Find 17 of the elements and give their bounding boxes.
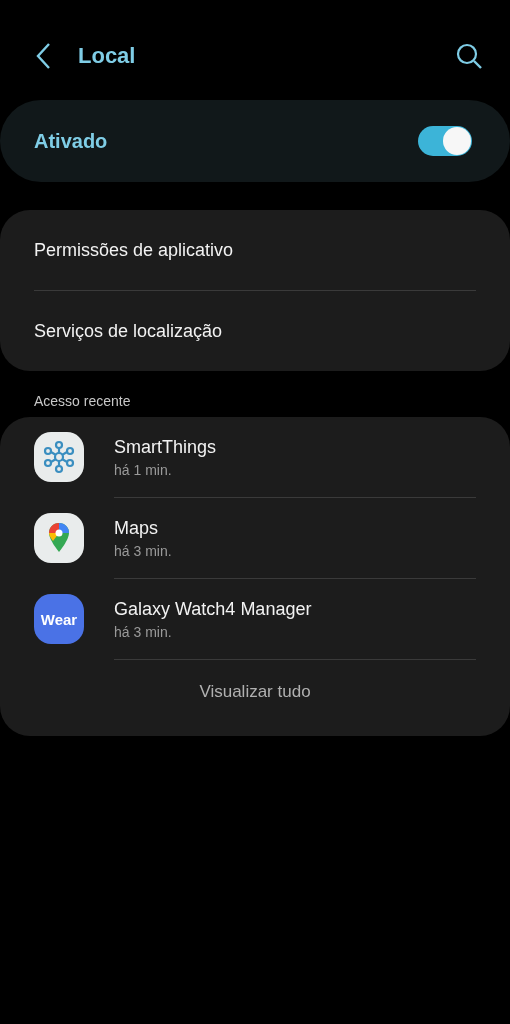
toggle-switch[interactable] <box>418 126 472 156</box>
access-time: há 3 min. <box>114 542 172 559</box>
app-icon: Wear <box>34 594 84 644</box>
access-time: há 1 min. <box>114 461 173 478</box>
access-time: há 3 min. <box>114 623 173 640</box>
app-name[interactable]: SmartThings <box>114 436 217 458</box>
app-name[interactable]: Galaxy Watch4 Manager <box>114 598 312 620</box>
app-name[interactable]: Maps <box>114 517 172 539</box>
section-heading: Acesso recente <box>33 392 132 411</box>
settings-item[interactable]: Permissões de aplicativo <box>0 210 510 290</box>
page-title: Local <box>78 43 137 69</box>
hub-icon <box>34 432 84 482</box>
view-all-button[interactable]: Visualizar tudo <box>189 660 321 736</box>
search-icon[interactable] <box>454 41 484 71</box>
map-pin-icon <box>34 513 84 563</box>
settings-item[interactable]: Serviços de localização <box>0 291 510 371</box>
switch-label: Ativado <box>34 129 108 153</box>
